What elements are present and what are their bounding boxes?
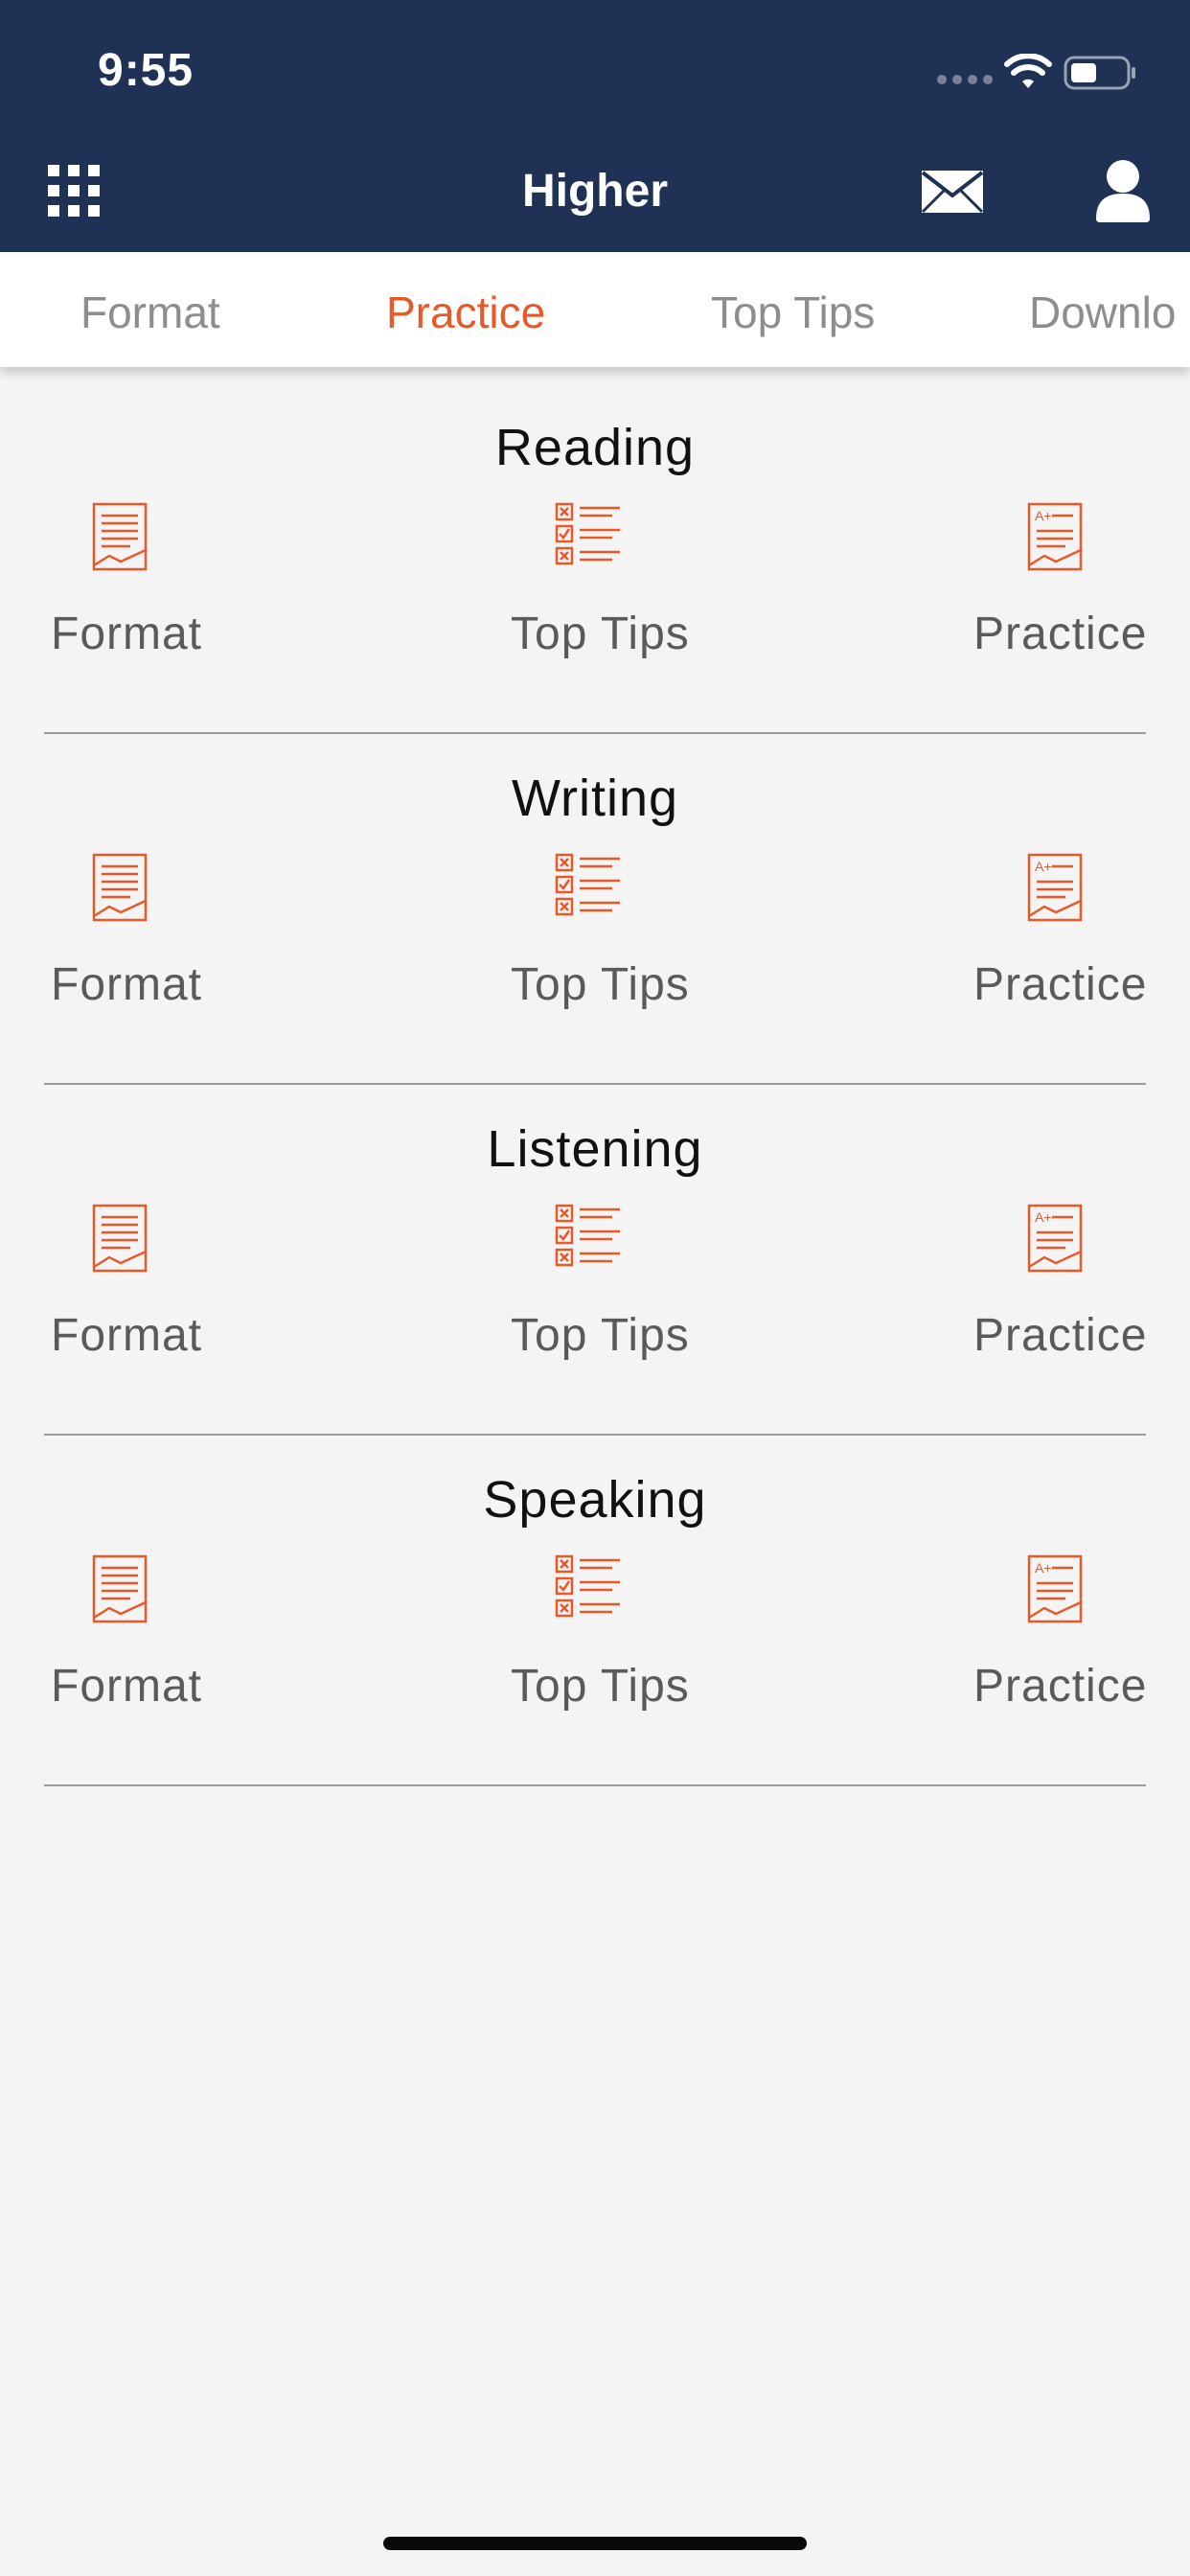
checklist-icon [555,853,620,916]
item-label: Top Tips [511,609,690,659]
item-label: Top Tips [511,1661,690,1712]
graded-document-icon: A+ [1027,853,1083,922]
checklist-icon [555,502,620,565]
writing-practice-item[interactable]: A+ Practice [839,853,1146,1045]
checklist-icon [555,1554,620,1618]
svg-text:A+: A+ [1035,1209,1052,1225]
tab-downloads[interactable]: Downlo [1029,287,1176,338]
item-label: Format [51,1661,203,1712]
section-title: Writing [511,770,679,827]
item-label: Practice [973,1661,1148,1712]
graded-document-icon: A+ [1027,1554,1083,1623]
section-title: Listening [487,1120,703,1178]
user-profile-icon[interactable] [1092,159,1154,222]
listening-top-tips-item[interactable]: Top Tips [442,1204,748,1395]
section-title: Speaking [483,1471,707,1529]
listening-practice-item[interactable]: A+ Practice [839,1204,1146,1395]
document-icon [92,502,148,571]
document-icon [92,1204,148,1273]
cellular-signal-icon [937,75,993,84]
speaking-practice-item[interactable]: A+ Practice [839,1554,1146,1746]
tab-top-tips[interactable]: Top Tips [711,287,875,338]
tab-practice[interactable]: Practice [386,287,545,338]
graded-document-icon: A+ [1027,1204,1083,1273]
item-label: Top Tips [511,1310,690,1361]
reading-practice-item[interactable]: A+ Practice [839,502,1146,694]
speaking-format-item[interactable]: Format [44,1554,351,1746]
page-title: Higher [521,166,668,217]
battery-icon [1064,56,1135,90]
wifi-icon [1004,54,1052,88]
status-time: 9:55 [98,45,195,96]
speaking-top-tips-item[interactable]: Top Tips [442,1554,748,1746]
item-label: Practice [973,609,1148,659]
svg-text:A+: A+ [1035,859,1052,874]
item-label: Format [51,1310,203,1361]
item-label: Format [51,959,203,1010]
document-icon [92,1554,148,1623]
listening-format-item[interactable]: Format [44,1204,351,1395]
item-label: Practice [973,1310,1148,1361]
writing-format-item[interactable]: Format [44,853,351,1045]
svg-text:A+: A+ [1035,1560,1052,1576]
tab-format[interactable]: Format [80,287,220,338]
document-icon [92,853,148,922]
mail-icon[interactable] [920,169,985,215]
reading-format-item[interactable]: Format [44,502,351,694]
svg-text:A+: A+ [1035,508,1052,523]
home-indicator[interactable] [383,2537,807,2550]
section-listening: Listening Format Top Tips A+ Practice [44,1085,1146,1436]
section-reading: Reading Format Top Tips A+ Practice [44,383,1146,734]
reading-top-tips-item[interactable]: Top Tips [442,502,748,694]
section-title: Reading [494,419,696,476]
app-header: 9:55 Higher [0,0,1190,252]
section-speaking: Speaking Format Top Tips A+ Practice [44,1436,1146,1786]
graded-document-icon: A+ [1027,502,1083,571]
item-label: Top Tips [511,959,690,1010]
tab-bar: Format Practice Top Tips Downlo [0,252,1190,367]
item-label: Format [51,609,203,659]
checklist-icon [555,1204,620,1267]
item-label: Practice [973,959,1148,1010]
section-writing: Writing Format Top Tips A+ Practice [44,734,1146,1085]
writing-top-tips-item[interactable]: Top Tips [442,853,748,1045]
